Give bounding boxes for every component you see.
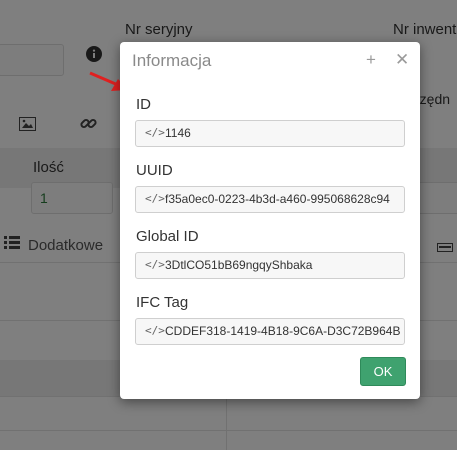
global-id-label: Global ID: [136, 228, 199, 245]
ifc-tag-field[interactable]: </> CDDEF318-1419-4B18-9C6A-D3C72B964B: [135, 318, 405, 345]
ifc-tag-value: CDDEF318-1419-4B18-9C6A-D3C72B964B: [165, 324, 401, 338]
global-id-field[interactable]: </> 3DtlCO51bB69ngqyShbaka: [135, 252, 405, 279]
maximize-plus-icon[interactable]: +: [366, 50, 376, 70]
dialog-title: Informacja: [132, 51, 212, 70]
close-icon[interactable]: ✕: [395, 50, 409, 70]
ok-button[interactable]: OK: [360, 357, 406, 386]
uuid-label: UUID: [136, 162, 173, 179]
code-icon: </>: [145, 192, 165, 205]
id-field[interactable]: </> 1146: [135, 120, 405, 147]
code-icon: </>: [145, 324, 165, 337]
code-icon: </>: [145, 258, 165, 271]
ifc-tag-label: IFC Tag: [136, 294, 189, 311]
id-value: 1146: [165, 126, 191, 140]
info-dialog: Informacja + ✕ ID </> 1146 UUID </> f35a…: [120, 42, 420, 399]
code-icon: </>: [145, 126, 165, 139]
uuid-field[interactable]: </> f35a0ec0-0223-4b3d-a460-995068628c94: [135, 186, 405, 213]
global-id-value: 3DtlCO51bB69ngqyShbaka: [165, 258, 313, 272]
uuid-value: f35a0ec0-0223-4b3d-a460-995068628c94: [165, 192, 390, 206]
id-label: ID: [136, 96, 151, 113]
